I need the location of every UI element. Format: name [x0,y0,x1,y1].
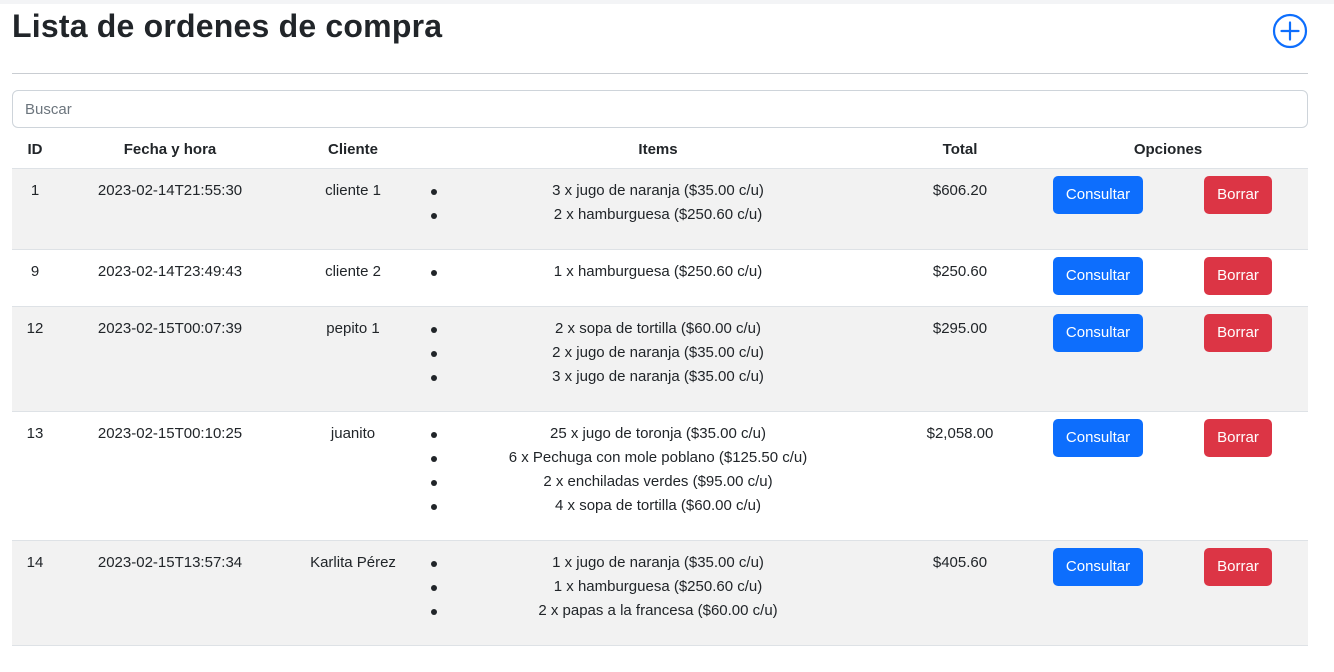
cell-items: 2 x sopa de tortilla ($60.00 c/u) 2 x jug… [424,306,892,412]
cell-total: $405.60 [892,540,1028,646]
delete-button[interactable]: Borrar [1204,257,1272,295]
col-header-opciones: Opciones [1028,130,1308,169]
delete-button[interactable]: Borrar [1204,314,1272,352]
cell-consult: Consultar [1028,249,1168,307]
table-row: 1 2023-02-14T21:55:30 cliente 13 x jugo de… [12,168,1308,250]
items-list: 25 x jugo de toronja ($35.00 c/u) 6 x Pec… [424,422,892,518]
table-header-row: ID Fecha y hora Cliente Items Total Opci… [12,130,1308,169]
cell-consult: Consultar [1028,306,1168,412]
cell-fecha: 2023-02-15T00:10:25 [58,411,282,541]
item-entry: 1 x jugo de naranja ($35.00 c/u) [424,551,892,575]
cell-total: $295.00 [892,306,1028,412]
item-entry: 1 x hamburguesa ($250.60 c/u) [424,575,892,599]
cell-items: 1 x hamburguesa ($250.60 c/u) [424,249,892,307]
items-list: 2 x sopa de tortilla ($60.00 c/u) 2 x jug… [424,317,892,389]
item-entry: 4 x sopa de tortilla ($60.00 c/u) [424,494,892,518]
page-title: Lista de ordenes de compra [12,8,443,44]
col-header-fecha: Fecha y hora [58,130,282,169]
cell-id: 13 [12,411,58,541]
cell-delete: Borrar [1168,168,1308,250]
cell-consult: Consultar [1028,540,1168,646]
consult-button[interactable]: Consultar [1052,257,1144,295]
consult-button[interactable]: Consultar [1052,419,1144,457]
cell-consult: Consultar [1028,168,1168,250]
consult-button[interactable]: Consultar [1052,548,1144,586]
plus-circle-icon[interactable] [1272,13,1308,49]
cell-consult: Consultar [1028,411,1168,541]
items-list: 3 x jugo de naranja ($35.00 c/u) 2 x hamb… [424,179,892,227]
cell-id: 1 [12,168,58,250]
items-list: 1 x hamburguesa ($250.60 c/u) [424,260,892,284]
search-input[interactable] [12,90,1308,128]
cell-items: 1 x jugo de naranja ($35.00 c/u) 1 x hamb… [424,540,892,646]
cell-fecha: 2023-02-15T00:07:39 [58,306,282,412]
delete-button[interactable]: Borrar [1204,548,1272,586]
table-row: 14 2023-02-15T13:57:34 Karlita Pérez 1 x ju… [12,540,1308,646]
cell-cliente: juanito [282,411,424,541]
cell-total: $2,058.00 [892,411,1028,541]
cell-delete: Borrar [1168,540,1308,646]
item-entry: 3 x jugo de naranja ($35.00 c/u) [424,179,892,203]
delete-button[interactable]: Borrar [1204,419,1272,457]
items-list: 1 x jugo de naranja ($35.00 c/u) 1 x hamb… [424,551,892,623]
item-entry: 2 x enchiladas verdes ($95.00 c/u) [424,470,892,494]
delete-button[interactable]: Borrar [1204,176,1272,214]
cell-fecha: 2023-02-14T21:55:30 [58,168,282,250]
cell-total: $606.20 [892,168,1028,250]
col-header-cliente: Cliente [282,130,424,169]
cell-cliente: cliente 2 [282,249,424,307]
col-header-total: Total [892,130,1028,169]
item-entry: 25 x jugo de toronja ($35.00 c/u) [424,422,892,446]
cell-items: 3 x jugo de naranja ($35.00 c/u) 2 x hamb… [424,168,892,250]
consult-button[interactable]: Consultar [1052,314,1144,352]
cell-cliente: Karlita Pérez [282,540,424,646]
cell-id: 12 [12,306,58,412]
cell-delete: Borrar [1168,306,1308,412]
cell-cliente: cliente 1 [282,168,424,250]
item-entry: 1 x hamburguesa ($250.60 c/u) [424,260,892,284]
item-entry: 2 x sopa de tortilla ($60.00 c/u) [424,317,892,341]
table-row: 9 2023-02-14T23:49:43 cliente 21 x hamburg… [12,249,1308,307]
top-strip [0,0,1334,4]
cell-id: 14 [12,540,58,646]
item-entry: 2 x hamburguesa ($250.60 c/u) [424,203,892,227]
col-header-items: Items [424,130,892,169]
consult-button[interactable]: Consultar [1052,176,1144,214]
cell-id: 9 [12,249,58,307]
item-entry: 2 x papas a la francesa ($60.00 c/u) [424,599,892,623]
table-row: 12 2023-02-15T00:07:39 pepito 12 x sopa de… [12,306,1308,412]
item-entry: 6 x Pechuga con mole poblano ($125.50 c/… [424,446,892,470]
table-body: 1 2023-02-14T21:55:30 cliente 13 x jugo de… [12,168,1308,646]
cell-fecha: 2023-02-14T23:49:43 [58,249,282,307]
cell-items: 25 x jugo de toronja ($35.00 c/u) 6 x Pec… [424,411,892,541]
item-entry: 3 x jugo de naranja ($35.00 c/u) [424,365,892,389]
cell-delete: Borrar [1168,249,1308,307]
cell-delete: Borrar [1168,411,1308,541]
header-divider [12,73,1308,74]
cell-cliente: pepito 1 [282,306,424,412]
table-row: 13 2023-02-15T00:10:25 juanito 25 x jugo de… [12,411,1308,541]
cell-fecha: 2023-02-15T13:57:34 [58,540,282,646]
item-entry: 2 x jugo de naranja ($35.00 c/u) [424,341,892,365]
col-header-id: ID [12,130,58,169]
orders-table: ID Fecha y hora Cliente Items Total Opci… [12,130,1308,646]
cell-total: $250.60 [892,249,1028,307]
